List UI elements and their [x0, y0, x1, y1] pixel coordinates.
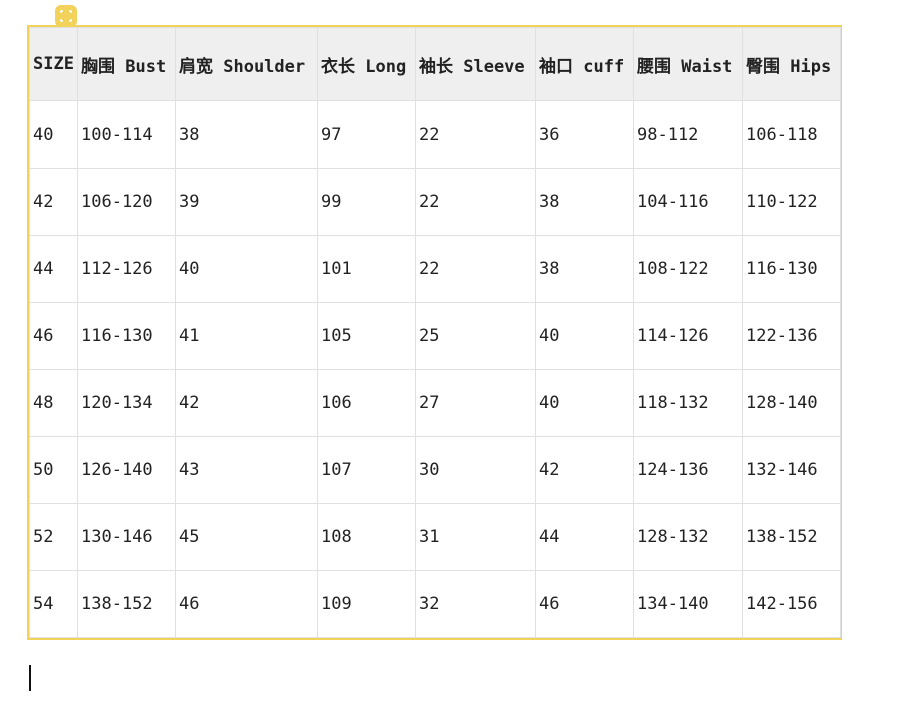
size-chart-table: SIZE 胸围 Bust 肩宽 Shoulder 衣长 Long 袖长 Slee…	[29, 27, 841, 638]
table-cell[interactable]: 97	[317, 100, 416, 169]
table-cell[interactable]: 54	[29, 570, 78, 638]
table-cell[interactable]: 138-152	[742, 503, 841, 571]
table-cell[interactable]: 44	[535, 503, 634, 571]
table-cell[interactable]: 124-136	[633, 436, 743, 504]
table-cell[interactable]: 106-118	[742, 100, 841, 169]
table-cell[interactable]: 27	[415, 369, 536, 437]
header-cell-bust[interactable]: 胸围 Bust	[77, 27, 176, 101]
table-cell[interactable]: 138-152	[77, 570, 176, 638]
table-cell[interactable]: 46	[535, 570, 634, 638]
table-cell[interactable]: 45	[175, 503, 318, 571]
text-cursor	[29, 665, 31, 691]
table-cell[interactable]: 39	[175, 168, 318, 236]
table-cell[interactable]: 122-136	[742, 302, 841, 370]
table-cell[interactable]: 22	[415, 168, 536, 236]
header-cell-long[interactable]: 衣长 Long	[317, 27, 416, 101]
table-cell[interactable]: 101	[317, 235, 416, 303]
table-cell[interactable]: 110-122	[742, 168, 841, 236]
table-row: 52 130-146 45 108 31 44 128-132 138-152	[29, 503, 841, 571]
table-cell[interactable]: 25	[415, 302, 536, 370]
table-cell[interactable]: 42	[175, 369, 318, 437]
table-cell[interactable]: 36	[535, 100, 634, 169]
table-cell[interactable]: 118-132	[633, 369, 743, 437]
table-row: 48 120-134 42 106 27 40 118-132 128-140	[29, 369, 841, 437]
table-cell[interactable]: 30	[415, 436, 536, 504]
table-cell[interactable]: 112-126	[77, 235, 176, 303]
table-cell[interactable]: 38	[535, 168, 634, 236]
table-cell[interactable]: 42	[535, 436, 634, 504]
table-cell[interactable]: 42	[29, 168, 78, 236]
table-cell[interactable]: 41	[175, 302, 318, 370]
header-cell-sleeve[interactable]: 袖长 Sleeve	[415, 27, 536, 101]
table-cell[interactable]: 128-132	[633, 503, 743, 571]
table-cell[interactable]: 50	[29, 436, 78, 504]
table-cell[interactable]: 128-140	[742, 369, 841, 437]
table-cell[interactable]: 46	[175, 570, 318, 638]
header-cell-waist[interactable]: 腰围 Waist	[633, 27, 743, 101]
document-editor[interactable]: SIZE 胸围 Bust 肩宽 Shoulder 衣长 Long 袖长 Slee…	[0, 0, 917, 720]
table-cell[interactable]: 22	[415, 235, 536, 303]
table-cell[interactable]: 109	[317, 570, 416, 638]
table-cell[interactable]: 48	[29, 369, 78, 437]
table-cell[interactable]: 43	[175, 436, 318, 504]
table-cell[interactable]: 40	[29, 100, 78, 169]
table-row: 54 138-152 46 109 32 46 134-140 142-156	[29, 570, 841, 638]
table-cell[interactable]: 108	[317, 503, 416, 571]
table-cell[interactable]: 38	[175, 100, 318, 169]
table-cell[interactable]: 132-146	[742, 436, 841, 504]
table-cell[interactable]: 46	[29, 302, 78, 370]
table-cell[interactable]: 107	[317, 436, 416, 504]
table-cell[interactable]: 40	[535, 302, 634, 370]
table-select-handle[interactable]	[55, 5, 77, 27]
table-cell[interactable]: 52	[29, 503, 78, 571]
table-row: 50 126-140 43 107 30 42 124-136 132-146	[29, 436, 841, 504]
table-row: 40 100-114 38 97 22 36 98-112 106-118	[29, 100, 841, 169]
table-row: 42 106-120 39 99 22 38 104-116 110-122	[29, 168, 841, 236]
header-cell-hips[interactable]: 臀围 Hips	[742, 27, 841, 101]
table-cell[interactable]: 40	[175, 235, 318, 303]
table-cell[interactable]: 126-140	[77, 436, 176, 504]
table-cell[interactable]: 116-130	[742, 235, 841, 303]
table-select-icon	[60, 10, 72, 22]
table-cell[interactable]: 106-120	[77, 168, 176, 236]
table-row: 44 112-126 40 101 22 38 108-122 116-130	[29, 235, 841, 303]
table-cell[interactable]: 99	[317, 168, 416, 236]
table-cell[interactable]: 105	[317, 302, 416, 370]
table-cell[interactable]: 98-112	[633, 100, 743, 169]
table-cell[interactable]: 44	[29, 235, 78, 303]
table-cell[interactable]: 22	[415, 100, 536, 169]
table-cell[interactable]: 38	[535, 235, 634, 303]
table-cell[interactable]: 142-156	[742, 570, 841, 638]
size-table-container[interactable]: SIZE 胸围 Bust 肩宽 Shoulder 衣长 Long 袖长 Slee…	[27, 25, 842, 640]
table-row: 46 116-130 41 105 25 40 114-126 122-136	[29, 302, 841, 370]
table-cell[interactable]: 40	[535, 369, 634, 437]
table-cell[interactable]: 108-122	[633, 235, 743, 303]
header-cell-shoulder[interactable]: 肩宽 Shoulder	[175, 27, 318, 101]
header-cell-size[interactable]: SIZE	[29, 27, 78, 101]
table-cell[interactable]: 31	[415, 503, 536, 571]
table-cell[interactable]: 104-116	[633, 168, 743, 236]
table-cell[interactable]: 130-146	[77, 503, 176, 571]
table-cell[interactable]: 114-126	[633, 302, 743, 370]
header-cell-cuff[interactable]: 袖口 cuff	[535, 27, 634, 101]
table-cell[interactable]: 32	[415, 570, 536, 638]
table-cell[interactable]: 106	[317, 369, 416, 437]
table-header-row: SIZE 胸围 Bust 肩宽 Shoulder 衣长 Long 袖长 Slee…	[29, 27, 841, 101]
table-cell[interactable]: 116-130	[77, 302, 176, 370]
table-cell[interactable]: 100-114	[77, 100, 176, 169]
table-cell[interactable]: 120-134	[77, 369, 176, 437]
table-cell[interactable]: 134-140	[633, 570, 743, 638]
